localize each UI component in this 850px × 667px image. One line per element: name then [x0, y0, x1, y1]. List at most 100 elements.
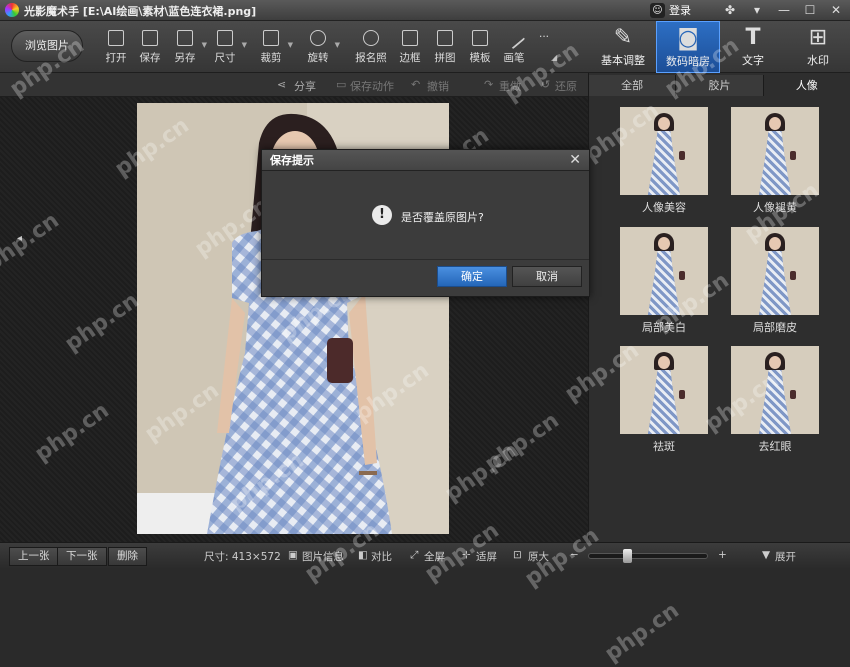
zoom-slider[interactable]	[588, 549, 708, 563]
tab-all[interactable]: 全部	[589, 75, 677, 96]
ok-button[interactable]: 确定	[437, 266, 507, 287]
login-button[interactable]: ☺ 登录	[650, 2, 691, 18]
exclamation-icon: !	[372, 205, 392, 225]
open-icon	[108, 30, 124, 46]
login-label: 登录	[669, 4, 691, 17]
zoom-in-button[interactable]: +	[718, 549, 727, 561]
status-bar: 上一张 下一张 删除 尺寸: 413×572 ▣ 图片信息 ◧ 对比 ⤢ 全屏 …	[0, 542, 850, 569]
chevron-down-icon[interactable]: ▼	[242, 41, 247, 49]
fit-screen-button[interactable]: 适屏	[476, 549, 497, 564]
fullscreen-icon: ⤢	[410, 549, 419, 561]
more-button[interactable]: ··· ◢	[529, 25, 559, 69]
basic-adjust-icon: ✎	[613, 25, 633, 50]
compare-button[interactable]: 对比	[371, 549, 392, 564]
save-button[interactable]: 保存	[132, 25, 168, 69]
crop-button[interactable]: 裁剪 ▼	[253, 25, 293, 69]
collage-icon	[437, 30, 453, 46]
tab-watermark[interactable]: ⊞ 水印	[786, 21, 850, 73]
zoom-slider-knob[interactable]	[622, 549, 632, 563]
template-icon	[472, 30, 488, 46]
effect-portrait-beauty[interactable]: 人像美容	[620, 107, 708, 217]
effect-local-whitening[interactable]: 局部美白	[620, 227, 708, 337]
maximize-button[interactable]: ☐	[797, 1, 823, 19]
user-face-icon: ☺	[650, 2, 665, 18]
app-logo-icon	[5, 3, 19, 17]
menu-icon[interactable]: ▾	[744, 1, 770, 19]
tab-basic-adjust[interactable]: ✎ 基本调整	[590, 21, 656, 73]
chevron-down-icon[interactable]: ▼	[288, 41, 293, 49]
frame-button[interactable]: 边框	[392, 25, 428, 69]
id-photo-label: 报名照	[355, 52, 387, 64]
tab-watermark-label: 水印	[807, 54, 829, 67]
dialog-close-icon[interactable]: ✕	[569, 152, 581, 168]
redo-icon: ↷	[484, 78, 494, 91]
rotate-label: 旋转	[307, 52, 329, 64]
restore-icon: ↺	[541, 78, 551, 91]
undo-button[interactable]: 撤销	[427, 78, 449, 94]
next-image-button[interactable]: 下一张	[57, 547, 107, 566]
close-button[interactable]: ✕	[823, 1, 849, 19]
tab-film[interactable]: 胶片	[676, 75, 764, 96]
brush-button[interactable]: 画笔	[496, 25, 532, 69]
share-button[interactable]: 分享	[294, 78, 316, 94]
save-action-button[interactable]: 保存动作	[350, 78, 394, 94]
effect-red-eye-removal[interactable]: 去红眼	[731, 346, 819, 456]
resize-button[interactable]: 尺寸 ▼	[207, 25, 247, 69]
tab-digital-darkroom-label: 数码暗房	[666, 55, 710, 68]
browse-images-button[interactable]: 浏览图片	[11, 30, 83, 62]
tab-text[interactable]: T 文字	[722, 21, 784, 73]
redo-button[interactable]: 重做	[499, 78, 521, 94]
watermark-text: php.cn	[600, 598, 684, 667]
restore-button[interactable]: 还原	[555, 78, 577, 94]
original-size-button[interactable]: 原大	[528, 549, 549, 564]
save-prompt-dialog: 保存提示 ✕ ! 是否覆盖原图片? 确定 取消	[261, 149, 590, 297]
save-as-button[interactable]: 另存 ▼	[167, 25, 207, 69]
action-bar: ⋖ 分享 ▭ 保存动作 ↶ 撤销 ↷ 重做 ↺ 还原	[0, 73, 588, 97]
minimize-button[interactable]: —	[771, 1, 797, 19]
tab-digital-darkroom[interactable]: ◙ 数码暗房	[656, 21, 720, 73]
save-action-icon: ▭	[336, 78, 347, 91]
share-icon: ⋖	[277, 78, 287, 91]
compare-icon: ◧	[358, 549, 368, 561]
save-as-label: 另存	[174, 52, 196, 64]
id-photo-icon	[363, 30, 379, 46]
zoom-out-button[interactable]: −	[570, 549, 579, 561]
image-info-button[interactable]: 图片信息	[302, 549, 344, 564]
open-button[interactable]: 打开	[98, 25, 134, 69]
info-icon: ▣	[288, 549, 298, 561]
collapse-left-icon[interactable]: ◂	[17, 233, 22, 244]
title-bar: 光影魔术手 [E:\AI绘画\素材\蓝色连衣裙.png] ☺ 登录 ✤ ▾ — …	[0, 0, 850, 21]
fit-screen-icon: ⊹	[462, 549, 471, 561]
chevron-down-icon[interactable]: ▼	[335, 41, 340, 49]
effect-local-smoothing[interactable]: 局部磨皮	[731, 227, 819, 337]
brush-icon	[502, 26, 526, 50]
original-size-icon: ⊡	[513, 549, 522, 561]
effect-thumbnail	[620, 346, 708, 434]
prev-image-button[interactable]: 上一张	[9, 547, 59, 566]
skin-icon[interactable]: ✤	[717, 1, 743, 19]
collage-button[interactable]: 拼图	[427, 25, 463, 69]
more-label: ···	[538, 31, 549, 43]
tab-portrait[interactable]: 人像	[763, 75, 850, 96]
open-label: 打开	[105, 52, 127, 64]
camera-icon: ◙	[677, 26, 699, 51]
effect-freckle-removal[interactable]: 祛斑	[620, 346, 708, 456]
effect-label: 局部美白	[642, 321, 686, 334]
effect-label: 去红眼	[758, 440, 792, 453]
tab-basic-adjust-label: 基本调整	[601, 54, 645, 67]
dialog-message: 是否覆盖原图片?	[401, 211, 484, 224]
delete-button[interactable]: 删除	[108, 547, 147, 566]
cancel-button[interactable]: 取消	[512, 266, 582, 287]
template-button[interactable]: 模板	[462, 25, 498, 69]
rotate-button[interactable]: 旋转 ▼	[300, 25, 340, 69]
effect-thumbnail	[620, 107, 708, 195]
effects-tabs: 全部 胶片 人像	[589, 75, 850, 96]
effect-label: 人像美容	[642, 201, 686, 214]
id-photo-button[interactable]: 报名照	[353, 25, 389, 69]
effect-label: 局部磨皮	[753, 321, 797, 334]
expand-button[interactable]: 展开	[775, 549, 796, 564]
brush-label: 画笔	[503, 52, 525, 64]
effect-label: 人像褪黄	[753, 201, 797, 214]
effect-portrait-yellow-fade[interactable]: 人像褪黄	[731, 107, 819, 217]
fullscreen-button[interactable]: 全屏	[424, 549, 445, 564]
